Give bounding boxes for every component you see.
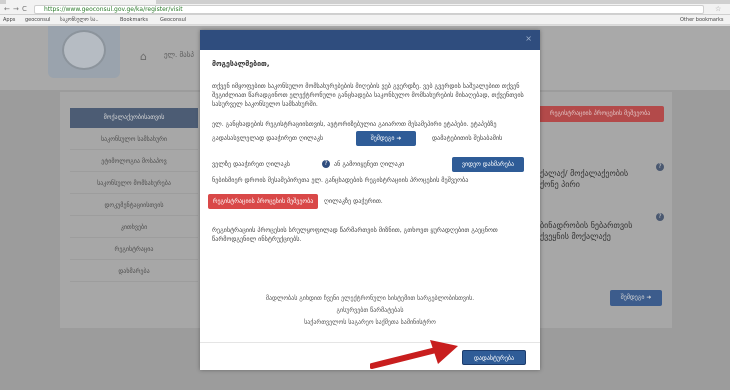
sidebar-item-consular-service[interactable]: საკონსულო სამსახური xyxy=(70,130,198,150)
bookmarks-bar xyxy=(0,15,730,25)
other-bookmarks[interactable]: Other bookmarks xyxy=(680,15,723,25)
sidebar-item-documentation[interactable]: დოკუმენტაციისთვის xyxy=(70,196,198,216)
citizen-card-text[interactable]: ქალაქ/ მოქალაქეობის ქონე პირი xyxy=(540,168,628,190)
bookmark-bookmarks[interactable]: Bookmarks xyxy=(120,15,148,25)
back-icon[interactable]: ← xyxy=(4,4,10,15)
modal-paragraph-3a: ველზე დააჭირეთ ღილაკს xyxy=(212,161,291,168)
reload-icon[interactable]: C xyxy=(22,4,27,15)
sidebar-item-registration[interactable]: რეგისტრაცია xyxy=(70,240,198,260)
modal-paragraph-3b: ან გამოიყენეთ ღილაკი xyxy=(334,161,405,168)
sidebar-item-questions[interactable]: კითხვები xyxy=(70,218,198,238)
red-arrow-icon xyxy=(370,340,458,369)
modal-paragraph-2c: დამატებითის შესაბამის xyxy=(432,135,503,142)
help-icon[interactable]: ? xyxy=(656,163,664,171)
modal-greeting: მოგესალმებით, xyxy=(212,60,270,68)
registration-process-button[interactable]: რეგისტრაციის პროცესის მეშვეობა xyxy=(208,194,318,209)
confirm-button[interactable]: დადასტურება xyxy=(462,350,526,365)
modal-footer-thanks: მადლობას გიხდით ჩვენი ელექტრონული სისტემ… xyxy=(265,295,475,302)
home-icon[interactable]: ⌂ xyxy=(140,50,147,63)
modal-paragraph-2a: ელ. განცხადების რეგისტრაციისთვის, ავტორი… xyxy=(212,121,497,128)
sidebar-active-label: მოქალაქეობისათვის xyxy=(103,114,165,121)
modal-header: × xyxy=(200,30,540,50)
bookmark-apps[interactable]: Apps xyxy=(3,15,15,25)
residence-card-text[interactable]: ბინადრობის ნებართვის ქვეყნის მოქალაქე xyxy=(540,220,632,242)
help-icon-2[interactable]: ? xyxy=(656,213,664,221)
forward-icon[interactable]: → xyxy=(13,4,19,15)
modal-paragraph-4: რეგისტრაციის პროცესის სრულყოფილად წარმარ… xyxy=(212,227,498,243)
breadcrumb[interactable]: ელ. მასპ xyxy=(164,51,194,59)
info-icon[interactable]: ? xyxy=(322,160,330,168)
next-button[interactable]: შემდეგი ➜ xyxy=(356,131,416,146)
bookmark-consular[interactable]: საკონსულო სა.. xyxy=(60,15,99,25)
modal-footer-wish: გისურვებთ წარმატებას xyxy=(336,307,404,314)
modal-paragraph-3c: ნებისმიერ დროის მესამეპირეთა ელ. განცხად… xyxy=(212,177,469,184)
close-icon[interactable]: × xyxy=(525,34,532,43)
sidebar-item-etymology[interactable]: ეტიმოლოგია მოსაპოვ xyxy=(70,152,198,172)
coat-of-arms-icon xyxy=(62,30,106,70)
url-text[interactable]: https://www.geoconsul.gov.ge/ka/register… xyxy=(44,5,183,14)
modal-footer-ministry: საქართველოს საგარეო საქმეთა სამინისტრო xyxy=(304,319,436,326)
registration-process-button-bg[interactable]: რეგისტრაციის პროცესის მეშვეობა xyxy=(536,106,664,122)
modal-paragraph-1: თქვენ იმყოფებით საკონსულო მომსახურებების… xyxy=(212,83,524,108)
bookmark-geoconsul[interactable]: geoconsul xyxy=(25,15,50,25)
next-button-bg[interactable]: შემდეგი ➜ xyxy=(610,290,662,306)
modal-paragraph-3d: ღილაკზე დაჭერით. xyxy=(324,198,383,205)
bookmark-geoconsul-2[interactable]: Geoconsul xyxy=(160,15,186,25)
modal-paragraph-2b: გადასასვლელად დააჭირეთ ღილაკს xyxy=(212,135,324,142)
video-help-button[interactable]: ვიდეო დახმარება xyxy=(452,157,524,172)
star-icon[interactable]: ☆ xyxy=(715,4,721,15)
sidebar-item-help[interactable]: დახმარება xyxy=(70,262,198,282)
sidebar-item-consular-services[interactable]: საკონსულო მომსახურება xyxy=(70,174,198,194)
welcome-modal: × მოგესალმებით, თქვენ იმყოფებით საკონსულ… xyxy=(200,30,540,370)
